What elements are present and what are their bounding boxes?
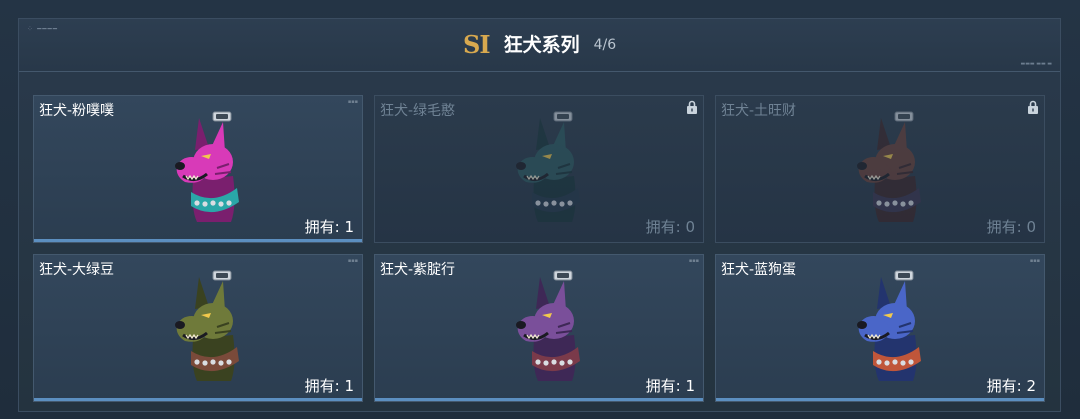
blue-dog-pendant-icon xyxy=(857,270,921,381)
series-title: 狂犬系列 xyxy=(503,34,580,56)
card-name: 狂犬-绿毛憨 xyxy=(380,103,456,119)
collection-count: 4/6 xyxy=(593,37,617,53)
series-badge: SI xyxy=(463,30,491,59)
card-0[interactable]: ▪▪▪ 狂犬-粉噗噗 拥有: 1 xyxy=(33,95,363,243)
owned-count: 拥有: 2 xyxy=(986,377,1036,395)
owned-bar xyxy=(34,398,362,401)
card-2[interactable]: 狂犬-土旺财 拥有: 0 xyxy=(715,95,1045,243)
owned-count: 拥有: 0 xyxy=(986,218,1036,236)
card-1[interactable]: 狂犬-绿毛憨 拥有: 0 xyxy=(374,95,704,243)
owned-bar xyxy=(375,398,703,401)
owned-count: 拥有: 0 xyxy=(645,218,695,236)
card-name: 狂犬-粉噗噗 xyxy=(39,103,115,119)
card-name: 狂犬-紫腚行 xyxy=(380,262,456,278)
owned-bar xyxy=(716,398,1044,401)
green-dog-pendant-icon xyxy=(175,270,239,381)
lock-icon xyxy=(1028,100,1038,114)
corner-decoration: ▪▪▪ xyxy=(1029,258,1040,264)
brown-dog-pendant-icon xyxy=(857,111,921,222)
title-group: SI 狂犬系列 4/6 xyxy=(463,31,616,59)
purple-dog-pendant-icon xyxy=(516,270,580,381)
header-decoration: ⁘ ━━━━ xyxy=(27,25,58,33)
corner-decoration: ▪▪▪ xyxy=(347,99,358,105)
teal-dog-pendant-icon xyxy=(516,111,580,222)
collection-panel: ⁘ ━━━━ ▬▬▬ ▬▬ ▬ SI 狂犬系列 4/6 ▪▪▪ 狂犬-粉噗噗 拥… xyxy=(18,18,1061,412)
header-decoration-right: ▬▬▬ ▬▬ ▬ xyxy=(1020,61,1052,67)
collection-header: ⁘ ━━━━ ▬▬▬ ▬▬ ▬ SI 狂犬系列 4/6 xyxy=(19,19,1060,72)
corner-decoration: ▪▪▪ xyxy=(347,258,358,264)
selection-bar xyxy=(34,239,362,242)
owned-count: 拥有: 1 xyxy=(645,377,695,395)
card-name: 狂犬-土旺财 xyxy=(721,103,797,119)
lock-icon xyxy=(687,100,697,114)
corner-decoration: ▪▪▪ xyxy=(688,258,699,264)
card-3[interactable]: ▪▪▪ 狂犬-大绿豆 拥有: 1 xyxy=(33,254,363,402)
owned-count: 拥有: 1 xyxy=(304,218,354,236)
card-name: 狂犬-大绿豆 xyxy=(39,262,115,278)
pink-dog-pendant-icon xyxy=(175,111,239,222)
owned-count: 拥有: 1 xyxy=(304,377,354,395)
card-4[interactable]: ▪▪▪ 狂犬-紫腚行 拥有: 1 xyxy=(374,254,704,402)
card-name: 狂犬-蓝狗蛋 xyxy=(721,262,797,278)
card-5[interactable]: ▪▪▪ 狂犬-蓝狗蛋 拥有: 2 xyxy=(715,254,1045,402)
